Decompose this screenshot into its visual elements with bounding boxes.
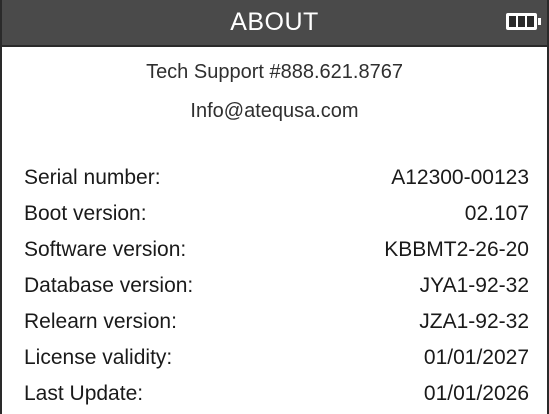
header-bar: ABOUT (2, 0, 547, 47)
about-screen: ABOUT Tech Support #888.621.8767 Info@at… (0, 0, 549, 414)
info-value: A12300-00123 (391, 166, 529, 189)
battery-full-icon (506, 13, 541, 30)
info-row-software-version: Software version: KBBMT2-26-20 (24, 232, 529, 268)
tech-support-phone: Tech Support #888.621.8767 (146, 61, 403, 83)
info-row-last-update: Last Update: 01/01/2026 (24, 376, 529, 412)
info-row-serial-number: Serial number: A12300-00123 (24, 160, 529, 196)
info-label: Software version: (24, 238, 187, 261)
info-row-license-validity: License validity: 01/01/2027 (24, 340, 529, 376)
info-value: 02.107 (464, 202, 529, 225)
info-value: KBBMT2-26-20 (384, 238, 529, 261)
info-label: Database version: (24, 274, 194, 297)
device-info-list: Serial number: A12300-00123 Boot version… (24, 160, 529, 412)
info-row-boot-version: Boot version: 02.107 (24, 196, 529, 232)
info-row-database-version: Database version: JYA1-92-32 (24, 268, 529, 304)
page-title: ABOUT (230, 8, 319, 36)
info-label: Boot version: (24, 202, 147, 225)
info-label: Serial number: (24, 166, 161, 189)
info-row-relearn-version: Relearn version: JZA1-92-32 (24, 304, 529, 340)
info-label: License validity: (24, 346, 173, 369)
info-label: Relearn version: (24, 310, 177, 333)
support-email: Info@atequsa.com (190, 100, 359, 122)
info-value: 01/01/2027 (423, 346, 529, 369)
info-value: JZA1-92-32 (419, 310, 529, 333)
info-label: Last Update: (24, 382, 144, 405)
info-value: JYA1-92-32 (419, 274, 529, 297)
info-value: 01/01/2026 (423, 382, 529, 405)
battery-cell (527, 16, 534, 27)
battery-cell (518, 16, 525, 27)
battery-cell (509, 16, 516, 27)
